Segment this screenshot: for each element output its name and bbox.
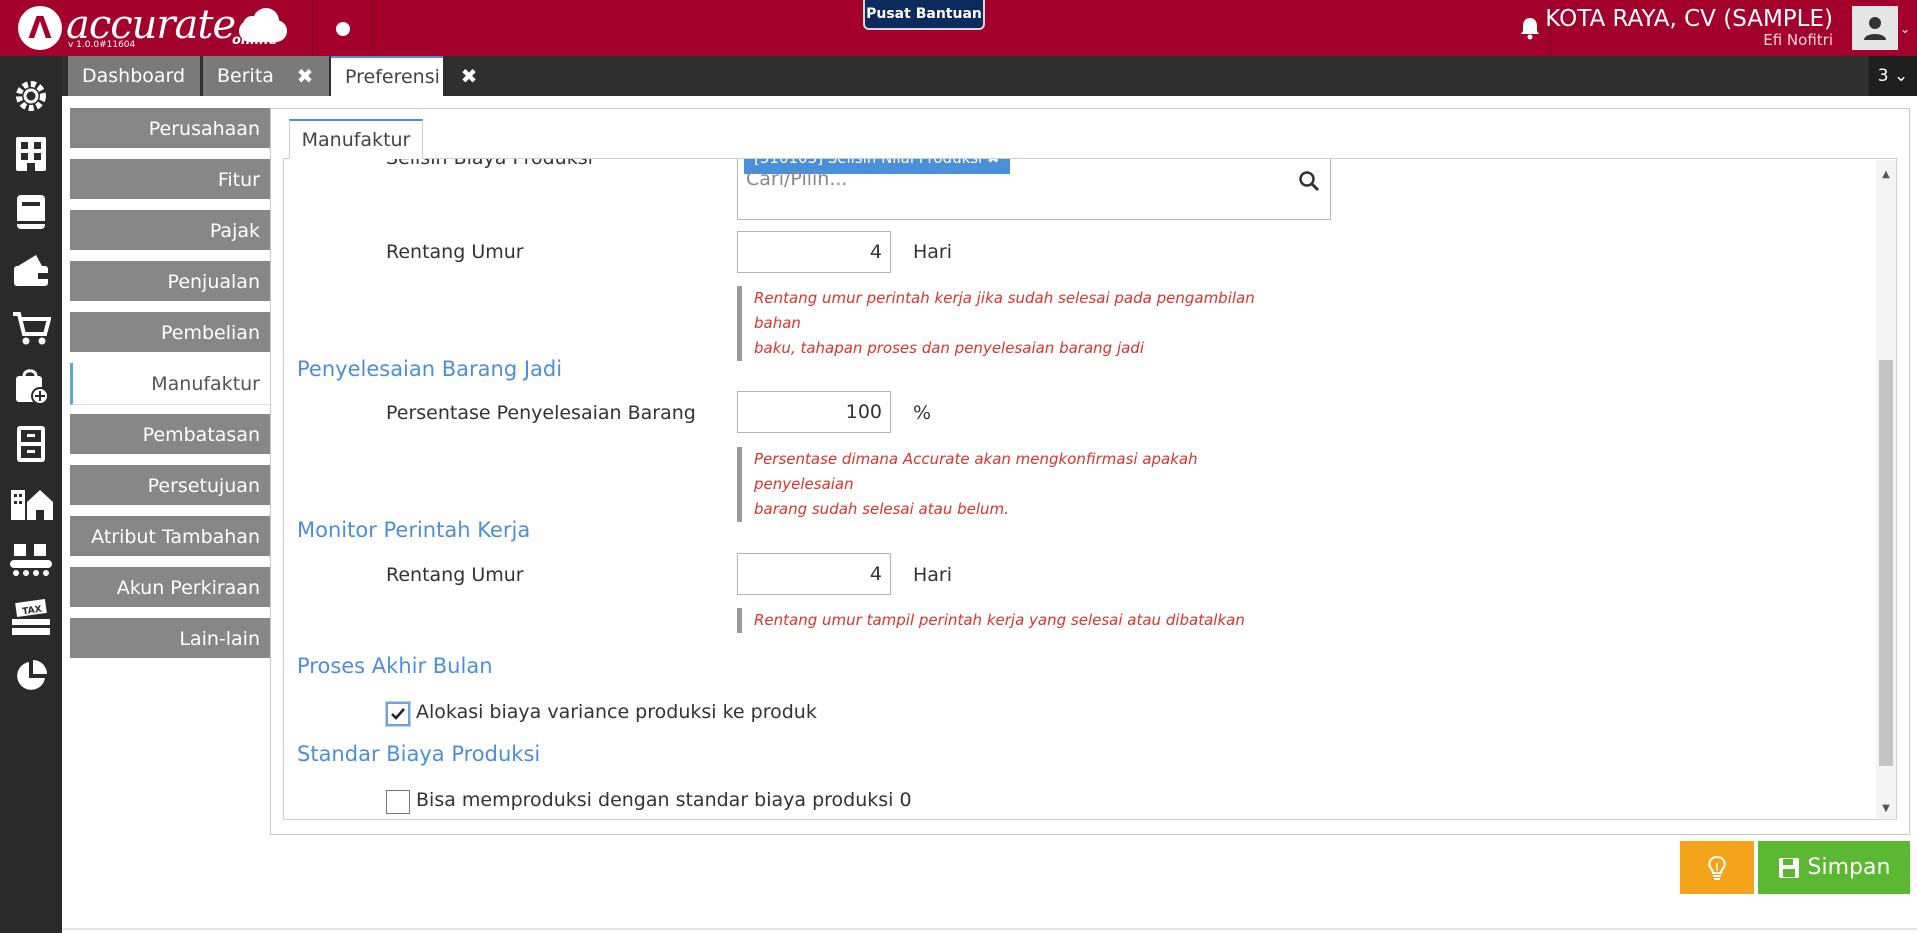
tab-bar: Dashboard Berita ✖ Preferensi ✖ 3 ⌄: [62, 56, 1917, 96]
checkbox-label[interactable]: Alokasi biaya variance produksi ke produ…: [416, 701, 817, 723]
search-icon[interactable]: [1298, 170, 1320, 192]
pie-chart-icon[interactable]: [0, 656, 62, 696]
nav-item-akun-perkiraan[interactable]: Akun Perkiraan: [70, 567, 270, 609]
cabinet-icon[interactable]: [0, 424, 62, 464]
svg-text:TAX: TAX: [22, 605, 43, 618]
nav-item-perusahaan[interactable]: Perusahaan: [70, 108, 270, 150]
lightbulb-icon: [1708, 855, 1726, 880]
avatar[interactable]: [1852, 6, 1898, 50]
field-label-partial: Selisih Biaya Produksi: [386, 158, 593, 169]
checkmark-icon: [391, 708, 405, 720]
wallet-icon[interactable]: [0, 250, 62, 290]
completion-percent-input[interactable]: 100: [737, 391, 891, 433]
bag-plus-icon[interactable]: [0, 366, 62, 406]
tab-label: Preferensi: [345, 66, 440, 88]
nav-item-lain-lain[interactable]: Lain-lain: [70, 618, 270, 660]
age-range-input[interactable]: 4: [737, 231, 891, 273]
hint-text: Persentase dimana Accurate akan mengkonf…: [737, 447, 1297, 522]
field-label: Rentang Umur: [386, 564, 524, 586]
variance-allocation-checkbox[interactable]: [386, 702, 410, 726]
tab-label: Dashboard: [82, 65, 186, 87]
tips-button[interactable]: [1680, 841, 1754, 894]
section-title: Monitor Perintah Kerja: [297, 518, 531, 542]
close-icon[interactable]: ✖: [288, 56, 322, 96]
nav-item-pembelian[interactable]: Pembelian: [70, 312, 270, 354]
divider: [62, 928, 1917, 930]
app-window: Λ accurate online v 1.0.0#11604 Pusat Ba…: [0, 0, 1917, 933]
hint-line: Rentang umur tampil perintah kerja yang …: [754, 611, 1245, 629]
logo-subtext: online: [232, 33, 278, 48]
divider: [312, 0, 313, 56]
building-icon[interactable]: [0, 134, 62, 174]
search-input[interactable]: Cari/Pilih...: [746, 168, 847, 190]
chevron-down-icon[interactable]: ⌄: [1900, 22, 1910, 36]
conveyor-icon[interactable]: [0, 540, 62, 580]
close-icon[interactable]: ✖: [452, 56, 486, 96]
help-center-button[interactable]: Pusat Bantuan: [863, 0, 985, 30]
unit-label: Hari: [913, 241, 953, 263]
logo-mark: Λ: [18, 6, 62, 50]
tab-dashboard[interactable]: Dashboard: [68, 56, 200, 96]
section-title: Standar Biaya Produksi: [297, 742, 541, 766]
tab-count-menu[interactable]: 3 ⌄: [1869, 56, 1917, 96]
monitor-age-range-input[interactable]: 4: [737, 553, 891, 595]
save-label: Simpan: [1807, 855, 1891, 880]
nav-item-penjualan[interactable]: Penjualan: [70, 261, 270, 303]
module-rail: TAX: [0, 56, 62, 933]
scroll-down-icon[interactable]: ▼: [1876, 798, 1896, 818]
nav-item-persetujuan[interactable]: Persetujuan: [70, 465, 270, 507]
hint-line: baku, tahapan proses dan penyelesaian ba…: [754, 339, 1144, 357]
tab-manufaktur[interactable]: Manufaktur: [289, 119, 423, 159]
hint-line: Rentang umur perintah kerja jika sudah s…: [754, 289, 1255, 332]
scroll-thumb[interactable]: [1879, 360, 1893, 766]
company-name: KOTA RAYA, CV (SAMPLE): [1545, 6, 1833, 32]
nav-item-atribut-tambahan[interactable]: Atribut Tambahan: [70, 516, 270, 558]
nav-item-manufaktur[interactable]: Manufaktur: [70, 363, 270, 405]
checkbox-label[interactable]: Bisa memproduksi dengan standar biaya pr…: [416, 789, 912, 811]
zero-standard-cost-checkbox[interactable]: [386, 790, 410, 814]
top-bar: Λ accurate online v 1.0.0#11604 Pusat Ba…: [0, 0, 1917, 56]
tab-label: Berita: [217, 65, 274, 87]
save-button[interactable]: Simpan: [1758, 841, 1910, 894]
user-name: Efi Nofitri: [1763, 31, 1833, 49]
book-icon[interactable]: [0, 192, 62, 232]
gear-icon[interactable]: [0, 76, 62, 116]
vertical-scrollbar[interactable]: ▲ ▼: [1876, 160, 1896, 818]
city-house-icon[interactable]: [0, 482, 62, 522]
floppy-disk-icon: [1778, 857, 1799, 878]
app-version: v 1.0.0#11604: [68, 40, 136, 50]
section-title: Penyelesaian Barang Jadi: [297, 357, 563, 381]
field-label: Rentang Umur: [386, 241, 524, 263]
cart-icon[interactable]: [0, 308, 62, 348]
hint-text: Rentang umur perintah kerja jika sudah s…: [737, 286, 1297, 361]
divider: [372, 0, 373, 56]
hint-text: Rentang umur tampil perintah kerja yang …: [737, 608, 1297, 633]
section-title: Proses Akhir Bulan: [297, 654, 493, 678]
tab-preferensi[interactable]: Preferensi: [331, 56, 443, 96]
field-label: Persentase Penyelesaian Barang: [386, 402, 696, 424]
tax-icon[interactable]: TAX: [0, 598, 62, 638]
company-info[interactable]: KOTA RAYA, CV (SAMPLE) Efi Nofitri: [1545, 6, 1833, 48]
nav-item-pembatasan[interactable]: Pembatasan: [70, 414, 270, 456]
unit-label: Hari: [913, 564, 953, 586]
status-dot-icon[interactable]: [336, 22, 350, 36]
nav-item-pajak[interactable]: Pajak: [70, 210, 270, 252]
hint-line: barang sudah selesai atau belum.: [754, 500, 1009, 518]
account-select[interactable]: [510103] Selisih Nilai Produksi ✖ Cari/P…: [737, 159, 1331, 220]
settings-form: Selisih Biaya Produksi [510103] Selisih …: [283, 158, 1897, 820]
unit-label: %: [913, 402, 932, 424]
scroll-up-icon[interactable]: ▲: [1876, 164, 1896, 184]
bell-icon[interactable]: [1516, 14, 1544, 42]
hint-line: Persentase dimana Accurate akan mengkonf…: [754, 450, 1198, 493]
nav-item-fitur[interactable]: Fitur: [70, 159, 270, 201]
